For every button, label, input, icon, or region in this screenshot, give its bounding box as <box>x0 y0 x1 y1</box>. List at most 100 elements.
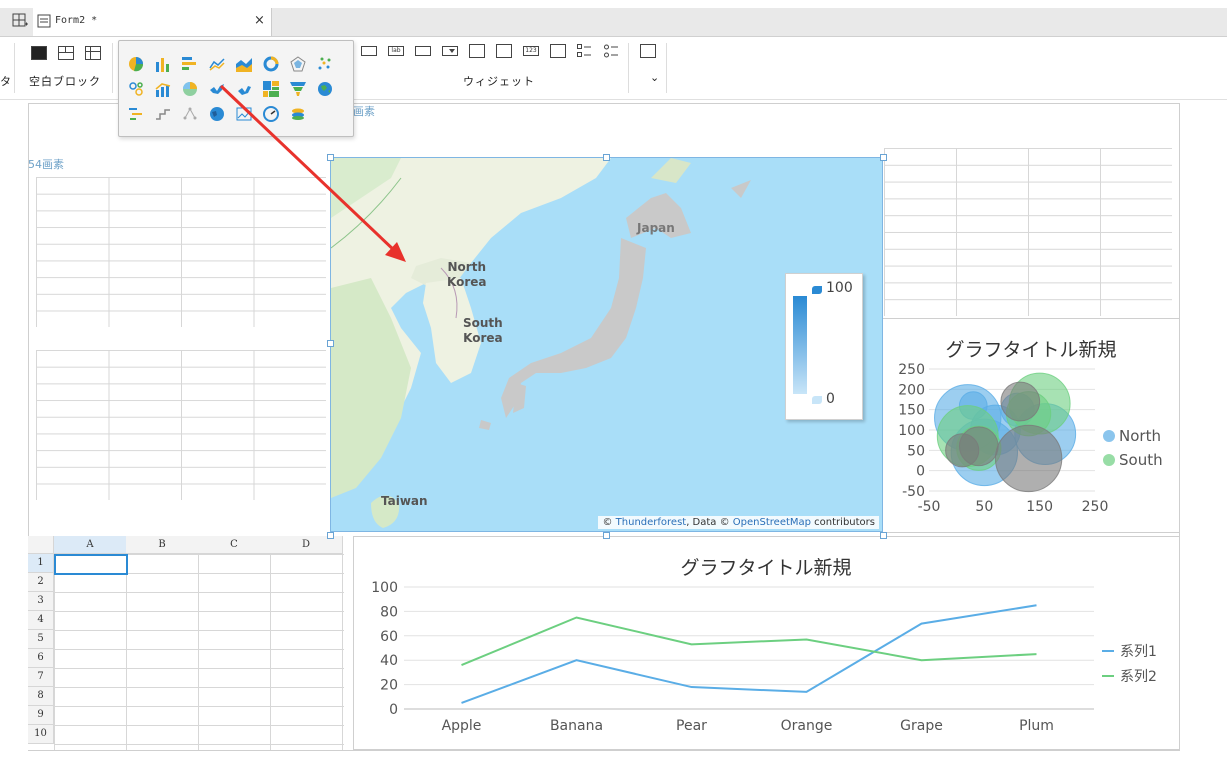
attribution-prefix: © <box>602 517 616 528</box>
bubble-chart-icon[interactable] <box>128 81 144 97</box>
row-header[interactable]: 2 <box>28 573 54 592</box>
legend-max-handle[interactable] <box>812 286 822 294</box>
step-chart-icon[interactable] <box>155 106 171 122</box>
legend-label: South <box>1119 451 1163 469</box>
combo-chart-icon[interactable] <box>155 81 171 97</box>
y-tick-label: 20 <box>380 678 398 694</box>
resize-handle[interactable] <box>880 154 887 161</box>
radar-chart-icon[interactable] <box>290 56 306 72</box>
resize-handle[interactable] <box>327 154 334 161</box>
table-grid[interactable] <box>36 177 326 327</box>
select-all-corner[interactable] <box>28 536 54 554</box>
radio-widget-icon[interactable] <box>604 44 618 58</box>
bubble <box>1000 381 1041 422</box>
funnel-chart-icon[interactable] <box>290 81 306 97</box>
row-header[interactable]: 6 <box>28 649 54 668</box>
x-tick-label: 250 <box>1082 499 1109 515</box>
gantt-chart-icon[interactable] <box>128 106 144 122</box>
split-block-icon[interactable] <box>58 46 74 60</box>
treemap-icon[interactable] <box>263 81 279 97</box>
image-chart-icon[interactable] <box>236 106 252 122</box>
resize-handle[interactable] <box>603 154 610 161</box>
thunderforest-link[interactable]: Thunderforest <box>616 517 687 528</box>
table-block-icon[interactable] <box>85 46 101 60</box>
series-line <box>461 616 1037 667</box>
element-size-label: 画素 <box>353 105 375 118</box>
legend-label: 系列2 <box>1120 669 1157 685</box>
table-grid[interactable] <box>884 148 1172 316</box>
gauge-chart-icon[interactable] <box>263 106 279 122</box>
tab-form2[interactable]: Form2 * × <box>33 8 272 36</box>
world-map-icon[interactable] <box>209 106 225 122</box>
number-widget-icon[interactable]: 123 <box>523 46 539 56</box>
tab-title: Form2 * <box>55 15 98 26</box>
column-header[interactable]: B <box>126 536 199 554</box>
pie-chart-icon[interactable] <box>128 56 144 72</box>
ribbon-cut-label: タ <box>0 75 12 88</box>
x-tick-label: -50 <box>918 499 941 515</box>
map-chart-icon[interactable] <box>209 81 225 97</box>
listbox-widget-icon[interactable] <box>469 44 485 58</box>
y-tick-label: 0 <box>916 464 925 480</box>
dropdown-widget-icon[interactable] <box>442 46 458 56</box>
resize-handle[interactable] <box>327 532 334 539</box>
element-size-label: 54画素 <box>28 158 64 171</box>
map-label-taiwan: Taiwan <box>381 494 428 508</box>
globe-map-icon[interactable] <box>317 81 333 97</box>
resize-handle[interactable] <box>327 340 334 347</box>
horizontal-bar-icon[interactable] <box>182 56 198 72</box>
row-header[interactable]: 8 <box>28 687 54 706</box>
openstreetmap-link[interactable]: OpenStreetMap <box>733 517 811 528</box>
blank-block-icon[interactable] <box>31 46 47 60</box>
resize-handle[interactable] <box>603 532 610 539</box>
legend-marker <box>1103 430 1115 442</box>
y-tick-label: 100 <box>371 580 398 596</box>
legend-min-handle[interactable] <box>812 396 822 404</box>
area-chart-icon[interactable] <box>236 56 252 72</box>
grid-add-icon[interactable] <box>12 13 28 29</box>
x-tick-label: Banana <box>550 718 603 734</box>
row-header[interactable]: 10 <box>28 725 54 744</box>
rect-widget-icon[interactable] <box>361 46 377 56</box>
row-header[interactable]: 1 <box>28 554 54 573</box>
textbox-widget-icon[interactable] <box>415 46 431 56</box>
gradient-pie-icon[interactable] <box>182 81 198 97</box>
cell-grid[interactable] <box>54 554 344 750</box>
cylinder-chart-icon[interactable] <box>290 106 306 122</box>
row-header[interactable]: 5 <box>28 630 54 649</box>
bubble-chart[interactable]: グラフタイトル新規 250 200 150 100 50 0 -50 -50 50 150 250 No… <box>882 318 1180 533</box>
row-header[interactable]: 7 <box>28 668 54 687</box>
checklist-widget-icon[interactable] <box>577 44 591 57</box>
preview-icon[interactable] <box>640 44 656 58</box>
spreadsheet[interactable]: A B C D 1 2 3 4 5 6 7 8 9 10 <box>28 536 344 750</box>
x-tick-label: Grape <box>900 718 943 734</box>
column-header[interactable]: A <box>54 536 127 554</box>
map-chart[interactable]: North Korea South Korea Japan Taiwan 100… <box>330 157 883 532</box>
row-header[interactable]: 3 <box>28 592 54 611</box>
memo-widget-icon[interactable] <box>550 44 566 58</box>
x-tick-label: 50 <box>975 499 993 515</box>
resize-handle[interactable] <box>880 532 887 539</box>
region-map-icon[interactable] <box>236 81 252 97</box>
label-widget-icon[interactable]: lab <box>388 46 404 56</box>
expand-ribbon-icon[interactable]: ⌄ <box>650 71 660 84</box>
scatter-chart-icon[interactable] <box>317 56 333 72</box>
ribbon-separator <box>14 43 15 93</box>
bubble <box>958 426 999 467</box>
calendar-widget-icon[interactable] <box>496 44 512 58</box>
tree-chart-icon[interactable] <box>182 106 198 122</box>
line-chart-svg: グラフタイトル新規 100 80 60 40 20 0 Apple Banana Pear Oran… <box>371 557 1157 734</box>
column-header[interactable]: C <box>198 536 271 554</box>
line-chart-icon[interactable] <box>209 56 225 72</box>
selected-cell-a1[interactable] <box>54 554 128 575</box>
close-tab-icon[interactable]: × <box>254 13 265 28</box>
table-grid[interactable] <box>36 350 326 500</box>
row-header[interactable]: 4 <box>28 611 54 630</box>
line-chart[interactable]: グラフタイトル新規 100 80 60 40 20 0 Apple Banana Pear Oran… <box>353 536 1180 750</box>
bar-chart-icon[interactable] <box>155 56 171 72</box>
legend-marker <box>1103 454 1115 466</box>
y-tick-label: 40 <box>380 653 398 669</box>
x-tick-label: Apple <box>442 718 482 734</box>
row-header[interactable]: 9 <box>28 706 54 725</box>
donut-chart-icon[interactable] <box>263 56 279 72</box>
